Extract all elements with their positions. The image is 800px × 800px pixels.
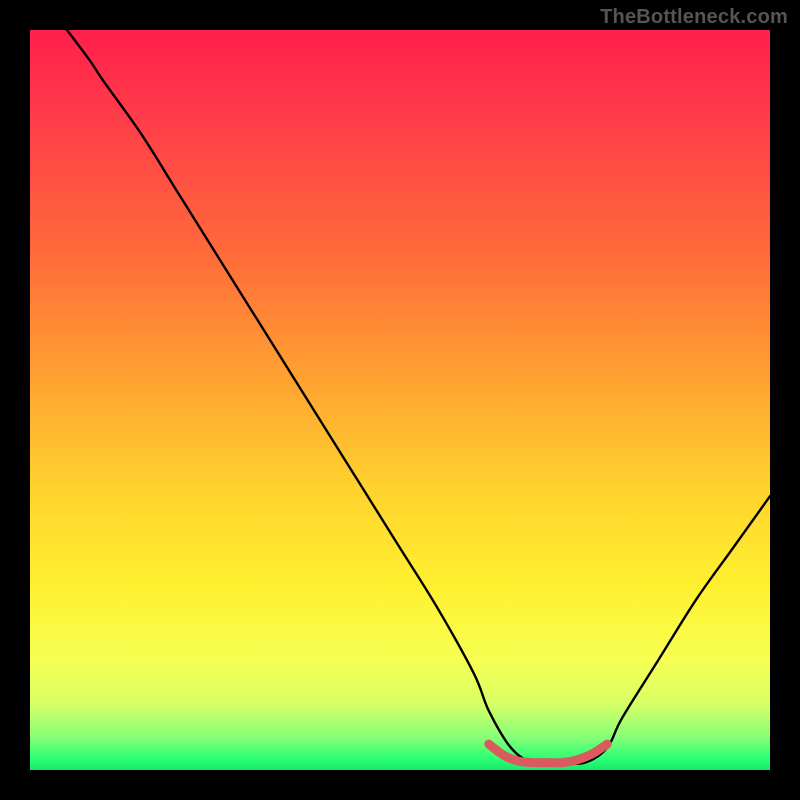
bottleneck-chart [0,0,800,800]
chart-frame: TheBottleneck.com [0,0,800,800]
watermark-text: TheBottleneck.com [600,6,788,29]
